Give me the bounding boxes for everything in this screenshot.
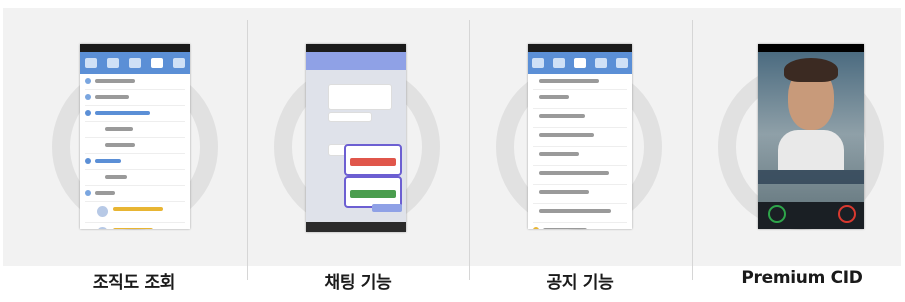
notice-screenshot[interactable] [528,44,632,229]
feature-caption-chat: 채팅 기능 [324,273,392,293]
feature-caption-org: 조직도 조회 [92,273,176,293]
divider [247,20,248,280]
divider [469,20,470,280]
file-share-highlight [344,144,402,176]
premium-cid-screenshot[interactable] [758,44,864,229]
chat-screenshot[interactable] [306,44,406,232]
org-chart-screenshot[interactable] [80,44,190,229]
feature-caption-cid: Premium CID [741,268,863,288]
feature-caption-notice: 공지 기능 [546,273,614,293]
divider [692,20,693,280]
feature-showcase: 조직도 조회 채팅 기능 공지 기능 Premium CID [0,0,905,302]
